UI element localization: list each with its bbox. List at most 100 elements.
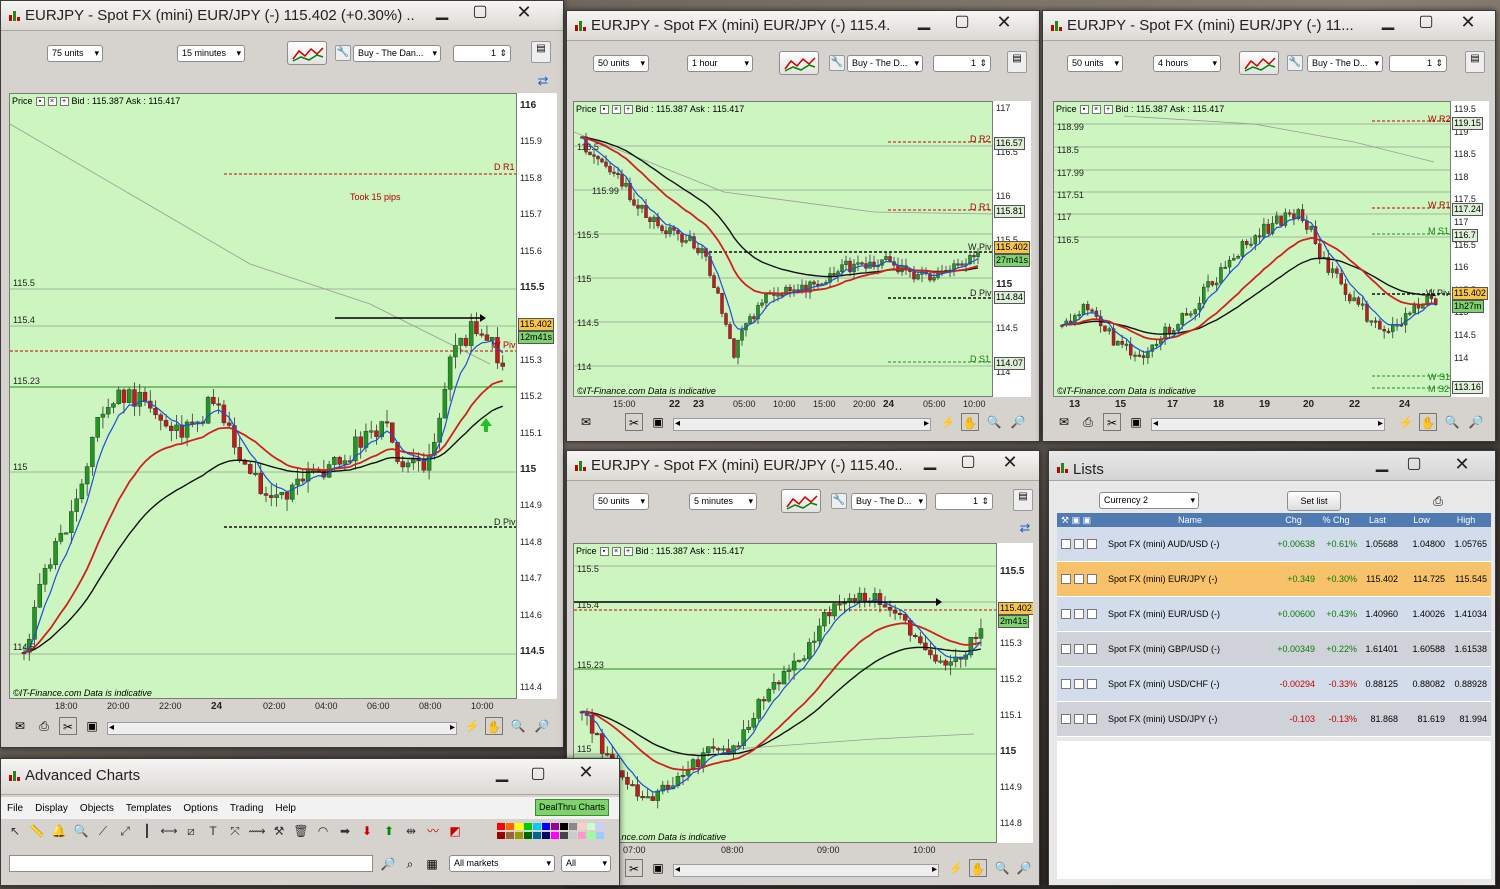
interval-select[interactable]: 4 hours <box>1153 55 1221 72</box>
settings-icon[interactable]: ▪ <box>599 546 609 556</box>
units-select[interactable]: 75 units <box>47 45 103 62</box>
add-icon[interactable] <box>1074 609 1084 619</box>
menu-display[interactable]: Display <box>35 803 68 814</box>
ruler-icon[interactable]: 📏 <box>27 821 47 841</box>
deal-ticket-icon[interactable]: ▤ <box>531 41 551 63</box>
ray-icon[interactable]: ⤢ <box>115 821 135 841</box>
order-select[interactable]: Buy - The Dan... <box>353 45 441 62</box>
color-palette[interactable] <box>497 823 613 841</box>
mail-icon[interactable]: ✉ <box>1055 413 1073 431</box>
chart-scrollbar[interactable] <box>673 864 939 877</box>
zoom-out-icon[interactable]: 🔍 <box>1443 413 1461 431</box>
column-high[interactable]: High <box>1445 515 1489 525</box>
market-name[interactable]: Spot FX (mini) EUR/JPY (-) <box>1106 574 1272 584</box>
remove-icon[interactable]: × <box>611 104 621 114</box>
title-bar[interactable]: EURJPY - Spot FX (mini) EUR/JPY (-) 115.… <box>567 451 1039 481</box>
chart-icon[interactable] <box>1061 679 1071 689</box>
table-row[interactable]: Spot FX (mini) GBP/USD (-) +0.00349 +0.22%… <box>1057 632 1491 667</box>
mail-icon[interactable]: ✉ <box>577 413 595 431</box>
settings-icon[interactable]: ▪ <box>35 96 45 106</box>
add-icon[interactable]: + <box>623 104 633 114</box>
quantity-stepper[interactable]: 1 <box>1389 55 1447 72</box>
mail-icon[interactable]: ✉ <box>11 717 29 735</box>
deal-ticket-icon[interactable]: ▤ <box>1465 51 1485 73</box>
arrow-right-icon[interactable]: ➡ <box>335 821 355 841</box>
add-icon[interactable]: + <box>59 96 69 106</box>
title-bar[interactable]: EURJPY - Spot FX (mini) EUR/JPY (-) 115.… <box>1 1 563 31</box>
hand-icon[interactable]: ✋ <box>969 859 987 877</box>
channel-icon[interactable]: ⧄ <box>181 821 201 841</box>
tools-icon[interactable]: ⚒ <box>269 821 289 841</box>
zoom-in-icon[interactable]: 🔎 <box>533 717 551 735</box>
broom-icon[interactable]: ⚡ <box>1397 413 1415 431</box>
search-icon[interactable]: 🔎 <box>379 855 397 873</box>
scissors-icon[interactable]: ✂ <box>59 717 77 735</box>
table-row[interactable]: Spot FX (mini) USD/JPY (-) -0.103 -0.13% 81… <box>1057 702 1491 737</box>
add-icon[interactable] <box>1074 644 1084 654</box>
trash-icon[interactable]: 🗑 <box>291 821 311 841</box>
zoom-out-icon[interactable]: 🔍 <box>985 413 1003 431</box>
magnifier-icon[interactable]: 🔍 <box>71 821 91 841</box>
deal-ticket-icon[interactable]: ▤ <box>1013 489 1033 511</box>
text-icon[interactable]: T <box>203 821 223 841</box>
print-icon[interactable]: ⎙ <box>1079 413 1097 431</box>
menu-templates[interactable]: Templates <box>126 803 172 814</box>
wave-icon[interactable]: 〰 <box>423 821 443 841</box>
wrench-icon[interactable]: 🔧 <box>1287 55 1303 71</box>
chart-scrollbar[interactable] <box>1151 418 1385 431</box>
browse-icon[interactable]: ⌕ <box>401 855 419 873</box>
title-bar[interactable]: Advanced Charts ▁ ▢ ✕ <box>1 759 619 795</box>
arc-icon[interactable]: ◠ <box>313 821 333 841</box>
menu-trading[interactable]: Trading <box>230 803 264 814</box>
close-button[interactable]: ✕ <box>563 761 609 785</box>
title-bar[interactable]: Lists ▁ ▢ ✕ <box>1049 451 1495 481</box>
menu-file[interactable]: File <box>7 803 23 814</box>
eraser-icon[interactable]: ◩ <box>445 821 465 841</box>
trade-icon[interactable] <box>1087 609 1097 619</box>
vertical-line-icon[interactable]: ┃ <box>137 821 157 841</box>
broom-icon[interactable]: ⚡ <box>939 413 957 431</box>
broom-icon[interactable]: ⚡ <box>947 859 965 877</box>
refresh-arrows-icon[interactable]: ⇄ <box>1017 521 1033 537</box>
price-chart-plot[interactable]: Price ▪ × + Bid : 115.387 Ask : 115.417 115.… <box>573 543 997 843</box>
add-icon[interactable] <box>1074 714 1084 724</box>
add-icon[interactable] <box>1074 574 1084 584</box>
trade-icon[interactable] <box>1087 644 1097 654</box>
menu-objects[interactable]: Objects <box>80 803 114 814</box>
column-last[interactable]: Last <box>1357 515 1398 525</box>
add-icon[interactable]: + <box>1103 104 1113 114</box>
refresh-arrows-icon[interactable]: ⇄ <box>535 74 551 90</box>
zoom-in-icon[interactable]: 🔎 <box>1015 859 1033 877</box>
price-chart-plot[interactable]: Price ▪ × + Bid : 115.387 Ask : 115.417 116.… <box>573 101 993 397</box>
filter-select[interactable]: All <box>561 855 611 872</box>
chart-icon[interactable] <box>1061 714 1071 724</box>
add-icon[interactable] <box>1074 539 1084 549</box>
zoom-in-icon[interactable]: 🔎 <box>1467 413 1485 431</box>
close-button[interactable]: ✕ <box>1439 453 1485 477</box>
pointer-icon[interactable]: ↖ <box>5 821 25 841</box>
chart-icon[interactable] <box>1061 644 1071 654</box>
title-bar[interactable]: EURJPY - Spot FX (mini) EUR/JPY (-) 115.… <box>567 11 1039 41</box>
scissors-icon[interactable]: ✂ <box>625 413 643 431</box>
order-select[interactable]: Buy - The D... <box>1307 55 1383 72</box>
remove-icon[interactable]: × <box>611 546 621 556</box>
horizontal-line-icon[interactable]: ⟷ <box>159 821 179 841</box>
menu-options[interactable]: Options <box>183 803 217 814</box>
trade-icon[interactable] <box>1087 714 1097 724</box>
maximize-button[interactable]: ▢ <box>1403 11 1449 35</box>
column-chg[interactable]: Chg <box>1272 515 1315 525</box>
hand-icon[interactable]: ✋ <box>1419 413 1437 431</box>
settings-icon[interactable]: ▪ <box>1079 104 1089 114</box>
table-row[interactable]: Spot FX (mini) EUR/JPY (-) +0.349 +0.30% 11… <box>1057 562 1491 597</box>
zoom-out-icon[interactable]: 🔍 <box>509 717 527 735</box>
hand-icon[interactable]: ✋ <box>485 717 503 735</box>
maximize-button[interactable]: ▢ <box>1391 453 1437 477</box>
column-low[interactable]: Low <box>1398 515 1445 525</box>
chart-style-button[interactable] <box>1239 51 1279 75</box>
settings-icon[interactable]: ▪ <box>599 104 609 114</box>
trendline-icon[interactable]: ⟋ <box>93 821 113 841</box>
maximize-button[interactable]: ▢ <box>939 11 985 35</box>
wrench-icon[interactable]: 🔧 <box>829 55 845 71</box>
interval-select[interactable]: 1 hour <box>687 55 753 72</box>
wrench-icon[interactable]: 🔧 <box>335 45 351 61</box>
